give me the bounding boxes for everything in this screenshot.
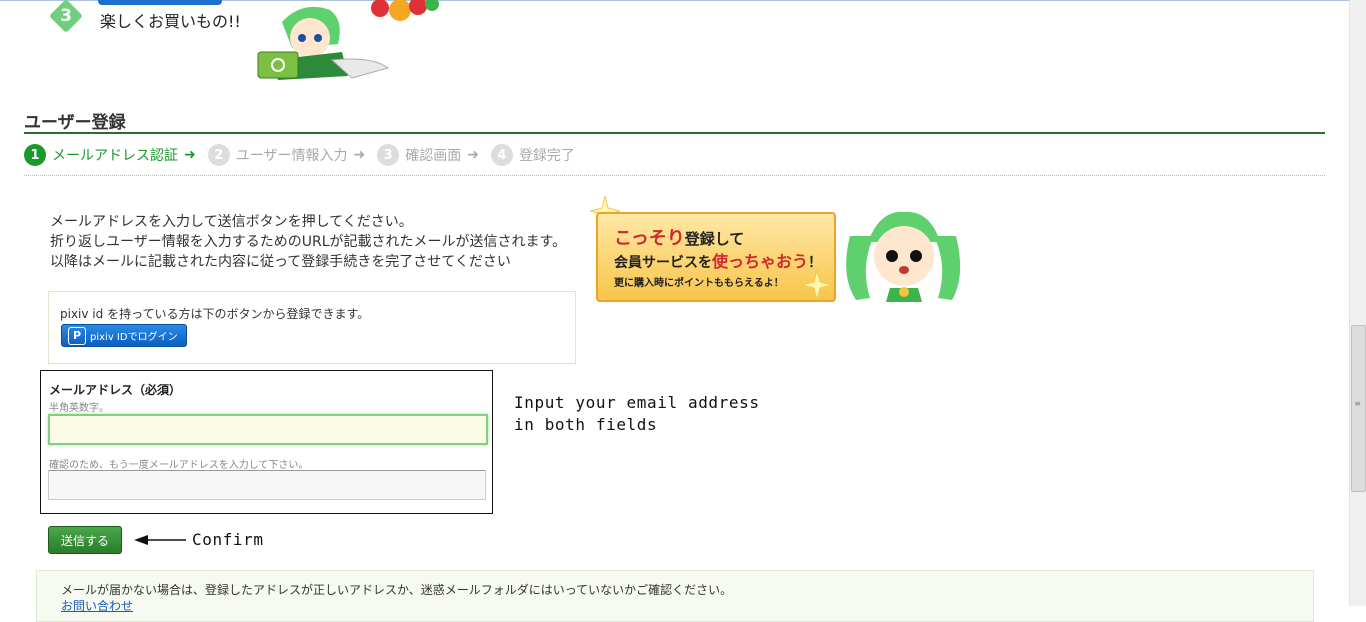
email-form: メールアドレス（必須） 半角英数字。 確認のため、もう一度メールアドレスを入力し… [40,370,493,514]
step-3-tab [98,0,222,5]
pixiv-description: pixiv id を持っている方は下のボタンから登録できます。 [60,307,370,321]
title-divider [24,132,1325,134]
confirm-email-hint: 確認のため、もう一度メールアドレスを入力して下さい。 [49,460,309,471]
email-label: メールアドレス（必須） [49,383,182,397]
email-annotation: Input your email address in both fields [514,392,760,436]
step-3-text: 楽しくお買いもの!! [100,12,241,31]
step-number-badge: 1 [24,144,46,166]
progress-step-1: 1 メールアドレス認証 ➜ [24,144,196,166]
step-number-badge: 3 [377,144,400,166]
intro-line-1: メールアドレスを入力して送信ボタンを押してください。 [50,214,413,230]
intro-text: メールアドレスを入力して送信ボタンを押してください。 折り返しユーザー情報を入力… [50,212,566,272]
step-3-number: 3 [60,6,72,26]
banner-box: こっそり登録して 会員サービスを使っちゃおう！ 更に購入時にポイントももらえるよ… [596,212,836,302]
intro-line-2: 折り返しユーザー情報を入力するためのURLが記載されたメールが送信されます。 [50,234,567,250]
pixiv-button-label: pixiv IDでログイン [90,332,178,343]
step-number-badge: 4 [490,144,513,166]
progress-divider [24,175,1325,176]
arrow-left-icon [134,535,186,545]
mascot-character-illustration [846,211,961,302]
arrow-right-icon: ➜ [467,147,479,163]
email-annotation-line-1: Input your email address [514,393,760,412]
scrollbar-grip-icon: ≡ [1354,399,1361,408]
step-label: メールアドレス認証 [52,148,178,164]
scrollbar-thumb[interactable] [1351,325,1366,492]
step-label: ユーザー情報入力 [235,148,348,164]
email-hint: 半角英数字。 [49,403,109,414]
banner-line-2: 会員サービスを使っちゃおう！ [614,252,823,271]
step-label: 確認画面 [405,148,462,164]
progress-step-3: 3 確認画面 ➜ [377,144,479,166]
arrow-right-icon: ➜ [184,147,196,163]
submit-button[interactable]: 送信する [48,526,122,554]
progress-step-2: 2 ユーザー情報入力 ➜ [207,144,366,166]
page-title: ユーザー登録 [24,113,126,133]
progress-step-4: 4 登録完了 [490,144,575,166]
sparkle-icon [802,270,832,300]
email-annotation-line-2: in both fields [514,415,658,434]
step-number-badge: 2 [207,144,230,166]
member-service-banner[interactable]: こっそり登録して 会員サービスを使っちゃおう！ 更に購入時にポイントももらえるよ… [590,196,970,304]
notice-box: メールが届かない場合は、登録したアドレスが正しいアドレスか、迷惑メールフォルダに… [36,570,1314,622]
notice-text: メールが届かない場合は、登録したアドレスが正しいアドレスか、迷惑メールフォルダに… [61,583,733,597]
registration-progress: 1 メールアドレス認証 ➜ 2 ユーザー情報入力 ➜ 3 確認画面 ➜ 4 登録… [24,143,587,167]
banner-line-1: こっそり登録して [614,228,745,249]
intro-line-3: 以降はメールに記載された内容に従って登録手続きを完了させてください [50,254,511,270]
confirm-email-input[interactable] [48,470,486,500]
pixiv-logo-icon: P [68,326,86,345]
arrow-right-icon: ➜ [353,147,366,163]
mascot-shopping-illustration [257,0,439,80]
email-input[interactable] [48,414,488,445]
pixiv-login-button[interactable]: P pixiv IDでログイン [61,324,187,347]
banner-line-3: 更に購入時にポイントももらえるよ！ [614,278,784,289]
step-label: 登録完了 [518,148,575,164]
pixiv-login-box: pixiv id を持っている方は下のボタンから登録できます。 P pixiv … [48,291,576,364]
vertical-scrollbar[interactable] [1349,0,1366,606]
confirm-annotation: Confirm [192,530,264,549]
